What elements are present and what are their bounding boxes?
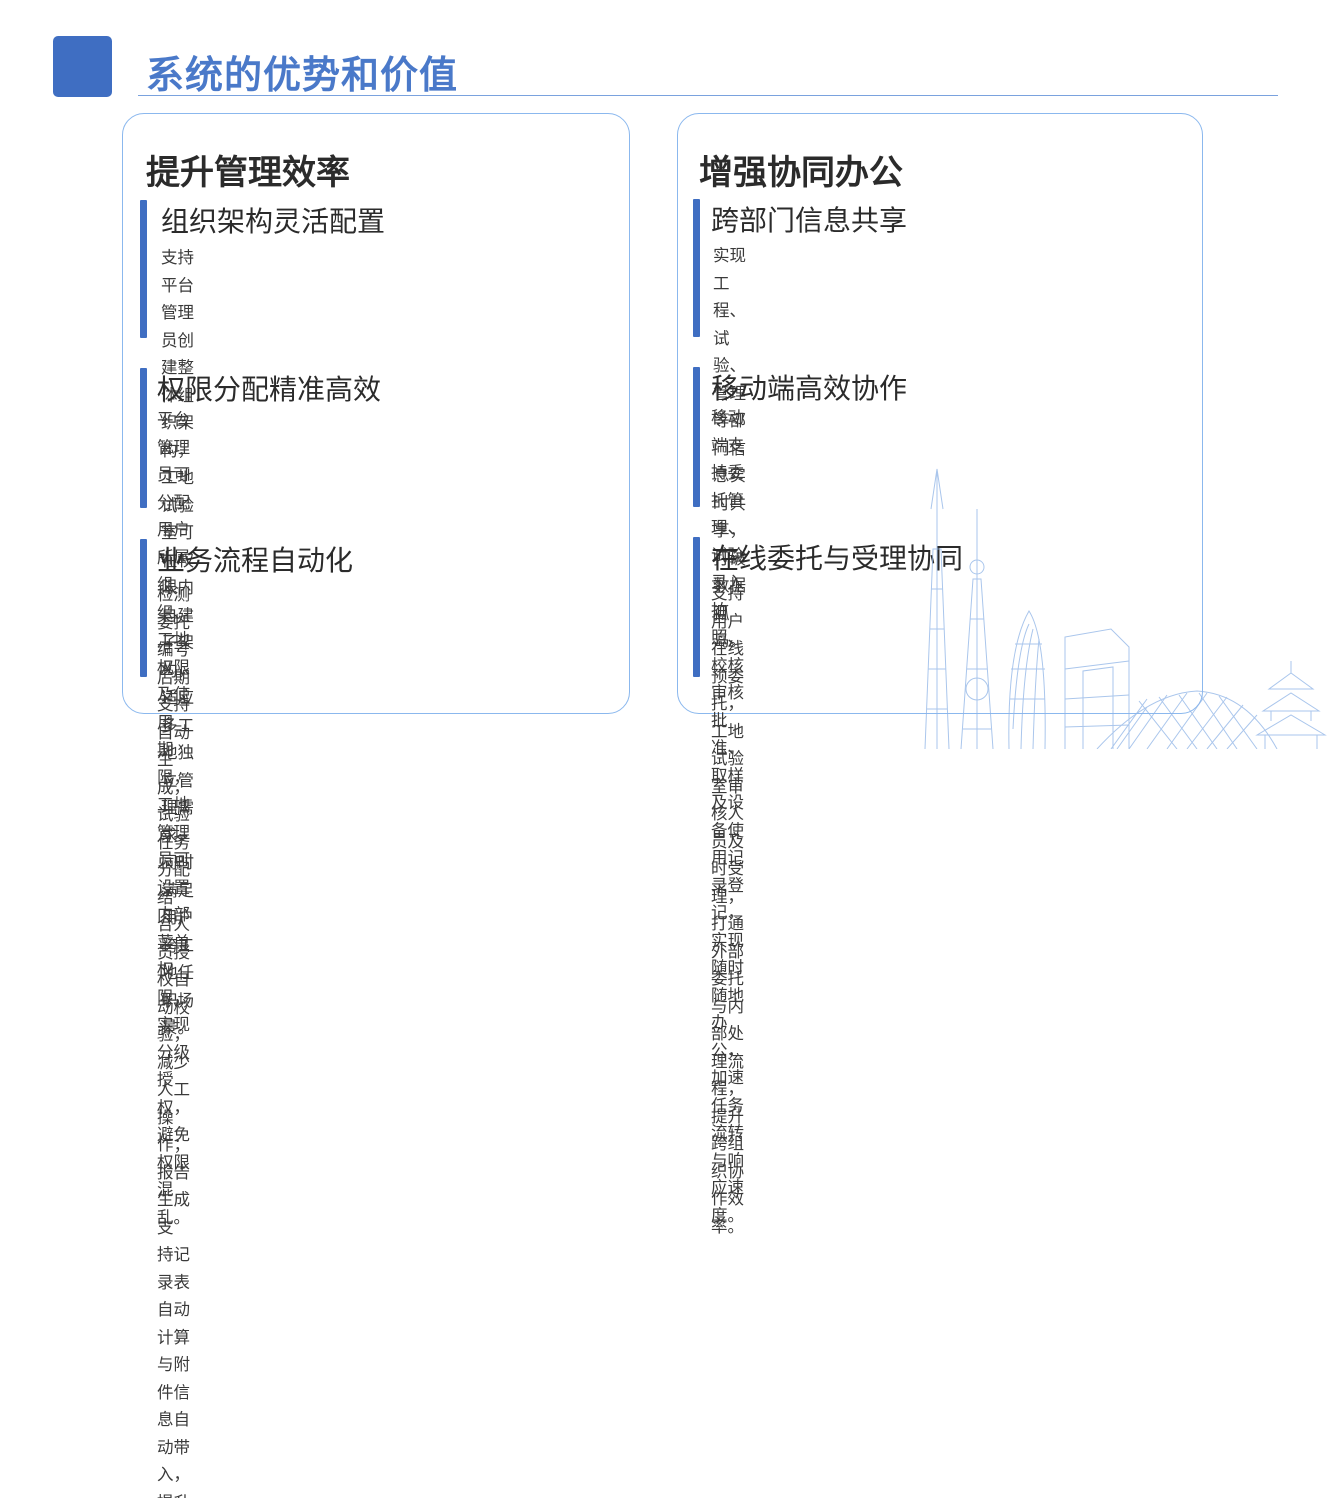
item-title: 移动端高效协作 bbox=[711, 372, 908, 405]
item-title: 组织架构灵活配置 bbox=[161, 205, 386, 238]
card-heading: 增强协同办公 bbox=[699, 153, 903, 193]
item-accent-bar bbox=[140, 368, 147, 508]
title-divider bbox=[138, 95, 1278, 96]
item-accent-bar bbox=[140, 539, 147, 677]
item-accent-bar bbox=[693, 199, 700, 337]
item-description: 检测委托编号后期支持自动生成，试验任务分配结 合人员授权自动校验，减少人工操作；… bbox=[157, 581, 190, 1498]
item-title: 权限分配精准高效 bbox=[157, 373, 382, 406]
page-title: 系统的优势和价值 bbox=[146, 53, 459, 97]
desc-line: 支持用户在线预委托，工地试验室审核人员及时受理， bbox=[711, 584, 744, 906]
item-description: 支持用户在线预委托，工地试验室审核人员及时受理， 打通外部委托与内部处理流程，提… bbox=[711, 580, 744, 1240]
desc-line: 检测委托编号后期支持自动生成，试验任务分配结 bbox=[157, 585, 190, 907]
item-title: 跨部门信息共享 bbox=[711, 204, 908, 237]
item-title: 在线委托与受理协同 bbox=[711, 542, 964, 575]
item-title: 业务流程自动化 bbox=[157, 544, 354, 577]
card-heading: 提升管理效率 bbox=[146, 153, 350, 193]
desc-line: 合人员授权自动校验，减少人工操作；报告生成支 bbox=[157, 915, 190, 1237]
desc-line: 打通外部委托与内部处理流程，提升跨组织协作效率。 bbox=[711, 914, 744, 1236]
desc-line: 持记录表自动计算与附件信息自动带入，提升效率。 bbox=[157, 1245, 190, 1498]
item-accent-bar bbox=[693, 367, 700, 507]
card-management-efficiency: 提升管理效率 组织架构灵活配置 支持平台管理员创建整体组织架构，工地试验室可在权… bbox=[122, 113, 630, 1498]
title-accent-block bbox=[53, 36, 112, 97]
card-collaborative-office: 增强协同办公 跨部门信息共享 实现工程、试验、管理等部门信息实时共享，打破数据孤… bbox=[677, 113, 1203, 1236]
item-accent-bar bbox=[140, 200, 147, 338]
item-accent-bar bbox=[693, 537, 700, 677]
